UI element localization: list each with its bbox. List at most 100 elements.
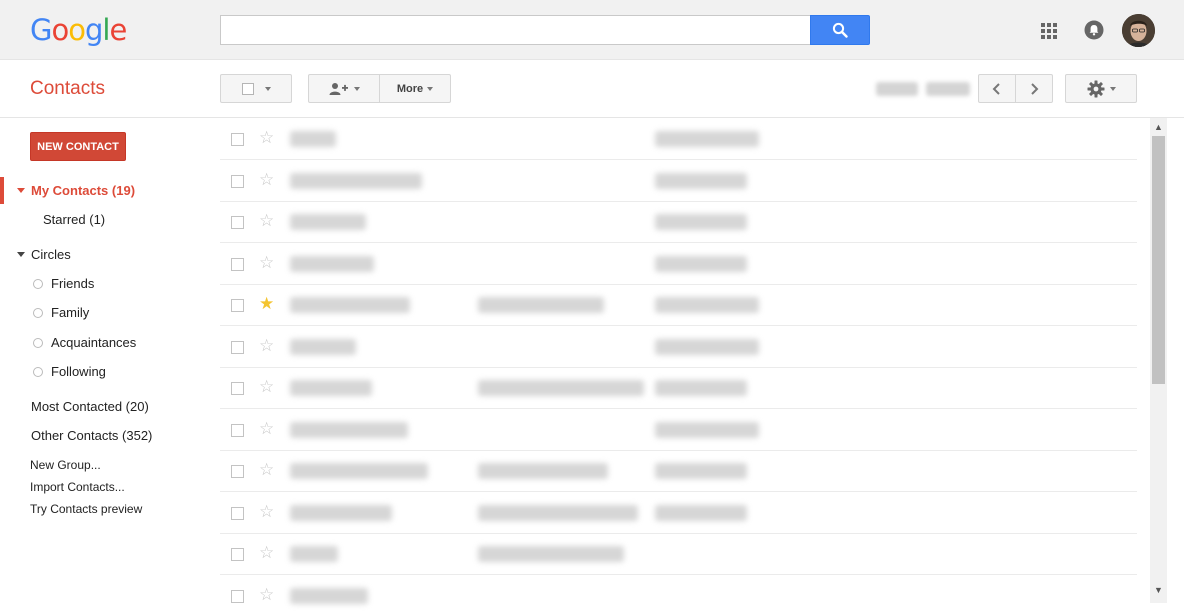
contact-row[interactable]: ☆ xyxy=(220,533,1137,575)
sidebar-item-most-contacted[interactable]: Most Contacted (20) xyxy=(31,399,149,414)
apps-grid-icon[interactable] xyxy=(1040,22,1058,40)
contact-phone-redacted xyxy=(655,297,759,313)
sidebar-item-acquaintances[interactable]: Acquaintances xyxy=(51,335,136,350)
star-outline-icon[interactable]: ☆ xyxy=(259,212,274,230)
add-person-icon xyxy=(329,82,348,95)
more-button[interactable]: More xyxy=(379,74,451,103)
row-checkbox[interactable] xyxy=(231,382,244,395)
chevron-down-icon xyxy=(427,86,434,91)
contact-row[interactable]: ☆ xyxy=(220,367,1137,409)
add-to-circles-button[interactable] xyxy=(308,74,380,103)
top-header: Google xyxy=(0,0,1184,60)
sidebar-item-starred[interactable]: Starred (1) xyxy=(43,212,105,227)
star-outline-icon[interactable]: ☆ xyxy=(259,129,274,147)
new-contact-button[interactable]: NEW CONTACT xyxy=(30,132,126,161)
scrollbar-thumb[interactable] xyxy=(1152,136,1165,384)
contact-row[interactable]: ☆ xyxy=(220,243,1137,285)
star-outline-icon[interactable]: ☆ xyxy=(259,502,274,521)
previous-page-button[interactable] xyxy=(978,74,1016,103)
row-checkbox[interactable] xyxy=(231,423,244,437)
sidebar-item-family[interactable]: Family xyxy=(51,305,89,320)
star-filled-icon[interactable]: ★ xyxy=(259,295,274,313)
contact-name-redacted xyxy=(290,297,410,313)
circle-icon xyxy=(33,367,43,377)
contact-email-redacted xyxy=(478,463,608,479)
logo-letter: l xyxy=(102,13,110,47)
chevron-right-icon xyxy=(1031,82,1039,95)
settings-button[interactable] xyxy=(1065,74,1137,103)
contact-row[interactable]: ☆ xyxy=(220,326,1137,368)
logo-letter: G xyxy=(30,13,53,47)
star-outline-icon[interactable]: ☆ xyxy=(259,336,274,355)
try-preview-link[interactable]: Try Contacts preview xyxy=(30,502,142,516)
contact-name-redacted xyxy=(290,131,336,147)
contact-name-redacted xyxy=(290,338,356,355)
sidebar-item-friends[interactable]: Friends xyxy=(51,276,94,291)
star-outline-icon[interactable]: ☆ xyxy=(259,419,274,438)
next-page-button[interactable] xyxy=(1015,74,1053,103)
select-all-dropdown[interactable] xyxy=(220,74,292,103)
app-title[interactable]: Contacts xyxy=(30,78,105,100)
sidebar-item-other-contacts[interactable]: Other Contacts (352) xyxy=(31,428,152,443)
chevron-down-icon xyxy=(353,86,360,91)
contact-row[interactable]: ☆ xyxy=(220,450,1137,492)
new-group-link[interactable]: New Group... xyxy=(30,458,101,472)
logo-letter: e xyxy=(109,13,127,47)
contact-row[interactable]: ☆ xyxy=(220,575,1137,616)
row-checkbox[interactable] xyxy=(231,299,244,312)
star-outline-icon[interactable]: ☆ xyxy=(259,585,274,604)
contact-phone-redacted xyxy=(655,131,759,147)
contact-phone-redacted xyxy=(655,463,747,479)
collapse-triangle-icon[interactable] xyxy=(17,188,25,193)
contact-phone-redacted xyxy=(655,338,759,355)
chevron-down-icon xyxy=(264,86,271,91)
select-checkbox[interactable] xyxy=(241,82,254,95)
circle-icon xyxy=(33,308,43,318)
contact-name-redacted xyxy=(290,255,374,272)
sidebar-item-following[interactable]: Following xyxy=(51,364,106,379)
contact-row[interactable]: ☆ xyxy=(220,118,1137,160)
contact-phone-redacted xyxy=(655,255,747,272)
google-logo[interactable]: Google xyxy=(30,12,127,48)
star-outline-icon[interactable]: ☆ xyxy=(259,461,274,479)
row-checkbox[interactable] xyxy=(231,465,244,478)
contact-row[interactable]: ★ xyxy=(220,284,1137,326)
star-outline-icon[interactable]: ☆ xyxy=(259,378,274,396)
row-checkbox[interactable] xyxy=(231,257,244,271)
contact-name-redacted xyxy=(290,463,428,479)
sidebar-item-circles[interactable]: Circles xyxy=(31,247,71,262)
avatar-image xyxy=(1122,14,1155,47)
star-outline-icon[interactable]: ☆ xyxy=(259,253,274,272)
row-checkbox[interactable] xyxy=(231,589,244,603)
circle-icon xyxy=(33,338,43,348)
row-checkbox[interactable] xyxy=(231,506,244,520)
row-checkbox[interactable] xyxy=(231,216,244,229)
contact-row[interactable]: ☆ xyxy=(220,160,1137,202)
contact-name-redacted xyxy=(290,421,408,438)
scrollbar[interactable]: ▲ ▼ xyxy=(1150,118,1167,603)
redacted-text xyxy=(926,82,970,96)
contact-row[interactable]: ☆ xyxy=(220,201,1137,243)
sidebar-item-my-contacts[interactable]: My Contacts (19) xyxy=(31,183,135,198)
row-checkbox[interactable] xyxy=(231,133,244,146)
contact-row[interactable]: ☆ xyxy=(220,409,1137,451)
scroll-down-icon[interactable]: ▼ xyxy=(1154,585,1163,595)
scroll-up-icon[interactable]: ▲ xyxy=(1154,122,1163,132)
contact-phone-redacted xyxy=(655,214,747,230)
chevron-left-icon xyxy=(992,82,1000,95)
contact-name-redacted xyxy=(290,214,366,230)
star-outline-icon[interactable]: ☆ xyxy=(259,544,274,562)
contact-row[interactable]: ☆ xyxy=(220,492,1137,534)
search-input[interactable] xyxy=(220,15,811,45)
import-contacts-link[interactable]: Import Contacts... xyxy=(30,480,125,494)
collapse-triangle-icon[interactable] xyxy=(17,252,25,257)
account-avatar[interactable] xyxy=(1122,14,1155,47)
row-checkbox[interactable] xyxy=(231,548,244,561)
circle-icon xyxy=(33,279,43,289)
star-outline-icon[interactable]: ☆ xyxy=(259,170,274,189)
row-checkbox[interactable] xyxy=(231,340,244,354)
search-button[interactable] xyxy=(810,15,870,45)
active-indicator xyxy=(0,177,4,204)
row-checkbox[interactable] xyxy=(231,174,244,188)
notifications-icon[interactable] xyxy=(1084,20,1104,40)
